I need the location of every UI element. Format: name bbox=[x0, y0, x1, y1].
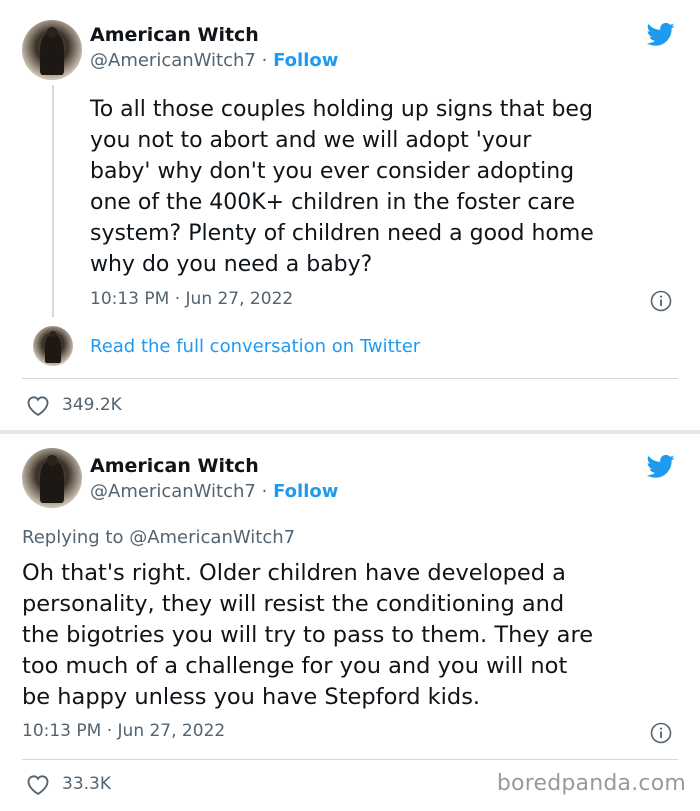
heart-icon[interactable] bbox=[25, 772, 51, 796]
author-handle[interactable]: @AmericanWitch7 bbox=[90, 481, 256, 502]
timestamp[interactable]: 10:13 PM · Jun 27, 2022 bbox=[90, 289, 293, 309]
author-handle[interactable]: @AmericanWitch7 bbox=[90, 50, 256, 71]
like-count: 33.3K bbox=[62, 774, 111, 794]
follow-button[interactable]: Follow bbox=[273, 481, 338, 502]
tweet-card-1: American Witch @AmericanWitch7 · Follow … bbox=[0, 0, 700, 430]
author-name[interactable]: American Witch bbox=[90, 24, 259, 46]
avatar-head bbox=[46, 27, 58, 38]
follow-button[interactable]: Follow bbox=[273, 50, 338, 71]
tweet-text-line: To all those couples holding up signs th… bbox=[90, 97, 593, 122]
divider bbox=[22, 759, 678, 760]
author-handle-row: @AmericanWitch7 · Follow bbox=[90, 50, 338, 71]
tweet-text-line: system? Plenty of children need a good h… bbox=[90, 221, 594, 246]
info-icon[interactable] bbox=[650, 722, 672, 744]
avatar[interactable] bbox=[22, 20, 82, 80]
like-count: 349.2K bbox=[62, 395, 122, 415]
dot-separator: · bbox=[261, 50, 268, 71]
avatar-figure bbox=[40, 461, 64, 504]
tweet-card-2: American Witch @AmericanWitch7 · Follow … bbox=[0, 434, 700, 811]
author-name[interactable]: American Witch bbox=[90, 455, 259, 477]
dot-separator: · bbox=[261, 481, 268, 502]
avatar-small[interactable] bbox=[33, 326, 73, 366]
avatar[interactable] bbox=[22, 448, 82, 508]
tweet-text-line: be happy unless you have Stepford kids. bbox=[22, 684, 481, 710]
avatar-head bbox=[46, 455, 58, 466]
timestamp[interactable]: 10:13 PM · Jun 27, 2022 bbox=[22, 721, 225, 741]
read-full-conversation-link[interactable]: Read the full conversation on Twitter bbox=[90, 336, 420, 357]
avatar-figure bbox=[40, 33, 64, 76]
tweet-text-line: baby' why don't you ever consider adopti… bbox=[90, 159, 575, 184]
divider bbox=[22, 378, 678, 379]
info-icon[interactable] bbox=[650, 290, 672, 312]
author-handle-row: @AmericanWitch7 · Follow bbox=[90, 481, 338, 502]
replying-to[interactable]: Replying to @AmericanWitch7 bbox=[22, 527, 295, 548]
tweet-text: To all those couples holding up signs th… bbox=[90, 94, 594, 280]
tweet-text-line: personality, they will resist the condit… bbox=[22, 591, 565, 617]
tweet-text-line: why do you need a baby? bbox=[90, 252, 373, 277]
heart-icon[interactable] bbox=[25, 393, 51, 417]
avatar-figure bbox=[45, 334, 61, 363]
tweet-text: Oh that's right. Older children have dev… bbox=[22, 558, 593, 713]
tweet-text-line: too much of a challenge for you and you … bbox=[22, 653, 568, 679]
twitter-bird-icon[interactable] bbox=[645, 452, 677, 480]
tweet-text-line: the bigotries you will try to pass to th… bbox=[22, 622, 594, 648]
twitter-bird-icon[interactable] bbox=[645, 20, 677, 48]
tweet-text-line: you not to abort and we will adopt 'your bbox=[90, 128, 532, 153]
thread-line bbox=[52, 85, 54, 317]
tweet-text-line: one of the 400K+ children in the foster … bbox=[90, 190, 576, 215]
watermark: boredpanda.com bbox=[496, 771, 686, 796]
tweet-text-line: Oh that's right. Older children have dev… bbox=[22, 560, 566, 586]
